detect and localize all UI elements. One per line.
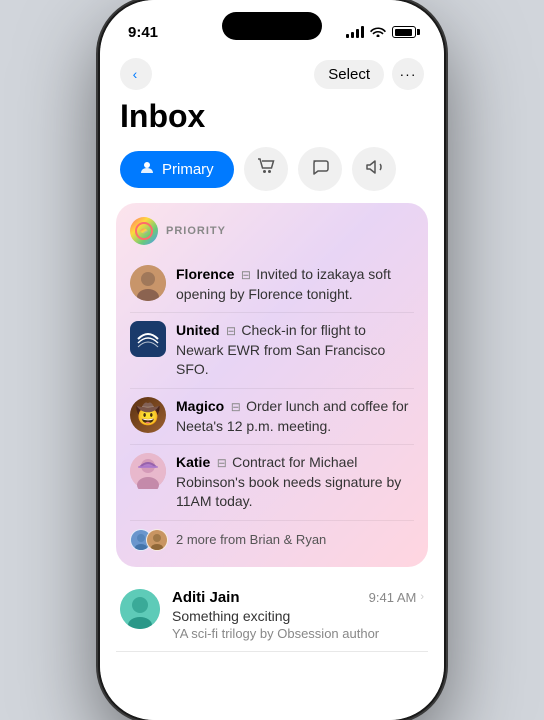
avatar-magico: 🤠 [130, 397, 166, 433]
page-title: Inbox [100, 94, 444, 147]
wifi-icon [370, 25, 386, 40]
avatar-florence [130, 265, 166, 301]
avatar-katie [130, 453, 166, 489]
screen: 9:41 [100, 0, 444, 720]
status-icons [346, 25, 416, 40]
cart-icon [256, 157, 276, 182]
mail-subject-aditi: Something exciting [172, 608, 424, 624]
tab-primary-label: Primary [162, 161, 214, 178]
more-avatars [130, 529, 168, 551]
snippet-katie: Contract for Michael Robinson's book nee… [176, 454, 401, 509]
tab-bar: Primary [100, 147, 444, 203]
mail-time-aditi: 9:41 AM › [369, 590, 424, 605]
content: PRIORITY Florence ⊟ Invited to [100, 203, 444, 720]
sender-magico: Magico [176, 398, 224, 414]
priority-label: PRIORITY [166, 225, 226, 237]
priority-text-florence: Florence ⊟ Invited to izakaya soft openi… [176, 265, 414, 304]
nav-bar: ‹ Select ··· [100, 50, 444, 94]
priority-card: PRIORITY Florence ⊟ Invited to [116, 203, 428, 567]
dynamic-island [222, 12, 322, 40]
mail-sender-aditi: Aditi Jain [172, 589, 240, 606]
megaphone-icon [364, 157, 384, 182]
action-icon-united: ⊟ [226, 324, 239, 338]
priority-item-united[interactable]: United ⊟ Check-in for flight to Newark E… [130, 313, 414, 389]
mail-header-aditi: Aditi Jain 9:41 AM › [172, 589, 424, 606]
bubble-icon [310, 157, 330, 182]
mail-snippet-aditi: YA sci-fi trilogy by Obsession author [172, 626, 424, 641]
tab-shopping[interactable] [244, 147, 288, 191]
priority-item-florence[interactable]: Florence ⊟ Invited to izakaya soft openi… [130, 257, 414, 313]
priority-text-united: United ⊟ Check-in for flight to Newark E… [176, 321, 414, 380]
avatar-united [130, 321, 166, 357]
priority-header: PRIORITY [130, 217, 414, 245]
battery-icon [392, 26, 416, 38]
mail-item-aditi[interactable]: Aditi Jain 9:41 AM › Something exciting … [116, 579, 428, 652]
phone-frame: 9:41 [100, 0, 444, 720]
sender-katie: Katie [176, 454, 210, 470]
battery-fill [395, 29, 412, 36]
priority-logo [130, 217, 158, 245]
priority-more-text: 2 more from Brian & Ryan [176, 532, 326, 547]
tab-primary[interactable]: Primary [120, 151, 234, 188]
select-button[interactable]: Select [314, 60, 384, 89]
priority-text-katie: Katie ⊟ Contract for Michael Robinson's … [176, 453, 414, 512]
priority-item-magico[interactable]: 🤠 Magico ⊟ Order lunch and coffee for Ne… [130, 389, 414, 445]
status-time: 9:41 [128, 24, 158, 41]
action-icon-florence: ⊟ [241, 268, 254, 282]
person-icon [140, 161, 154, 178]
signal-bars-icon [346, 26, 364, 38]
sender-florence: Florence [176, 266, 234, 282]
more-avatar-2 [146, 529, 168, 551]
action-icon-katie: ⊟ [217, 456, 230, 470]
mail-content-aditi: Aditi Jain 9:41 AM › Something exciting … [172, 589, 424, 641]
priority-text-magico: Magico ⊟ Order lunch and coffee for Neet… [176, 397, 414, 436]
back-chevron-icon: ‹ [133, 66, 138, 82]
more-icon: ··· [400, 66, 417, 82]
priority-item-katie[interactable]: Katie ⊟ Contract for Michael Robinson's … [130, 445, 414, 521]
chevron-right-icon: › [420, 591, 424, 603]
priority-more[interactable]: 2 more from Brian & Ryan [130, 521, 414, 553]
nav-right-actions: Select ··· [314, 58, 424, 90]
tab-chat[interactable] [298, 147, 342, 191]
back-button[interactable]: ‹ [120, 58, 152, 90]
tab-updates[interactable] [352, 147, 396, 191]
action-icon-magico: ⊟ [231, 400, 244, 414]
more-button[interactable]: ··· [392, 58, 424, 90]
avatar-aditi [120, 589, 160, 629]
sender-united: United [176, 322, 220, 338]
